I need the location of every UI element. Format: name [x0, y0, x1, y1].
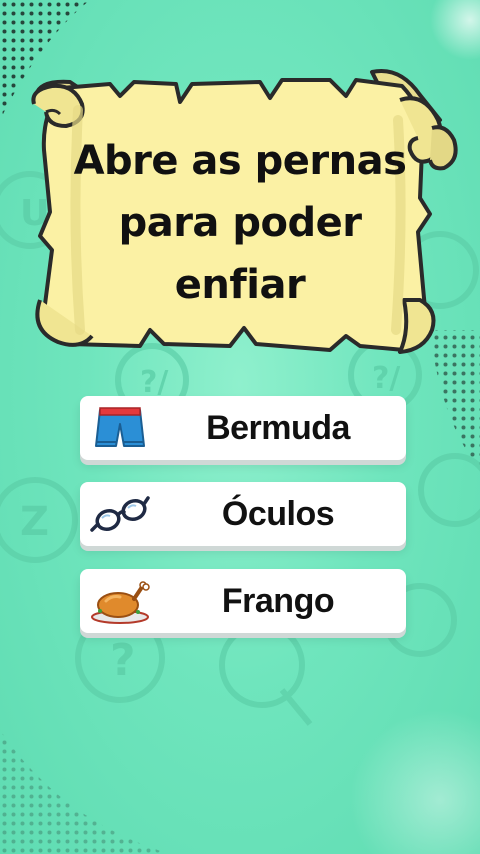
question-text: Abre as pernas para poder enfiar [60, 128, 420, 318]
answer-option-bermuda[interactable]: Bermuda [80, 396, 406, 460]
glasses-icon [90, 496, 150, 532]
svg-text:Z: Z [20, 499, 49, 545]
question-line-2: para poder [118, 200, 362, 246]
roast-chicken-icon [91, 581, 150, 624]
shorts-icon [95, 407, 145, 447]
answer-option-oculos[interactable]: Óculos [80, 482, 406, 546]
question-line-1: Abre as pernas [73, 138, 407, 184]
svg-text:?: ? [110, 635, 136, 686]
option-label: Frango [221, 581, 335, 620]
answer-option-frango[interactable]: Frango [80, 569, 406, 633]
question-line-3: enfiar [174, 262, 306, 308]
option-label: Óculos [221, 494, 335, 533]
option-label: Bermuda [206, 408, 350, 447]
